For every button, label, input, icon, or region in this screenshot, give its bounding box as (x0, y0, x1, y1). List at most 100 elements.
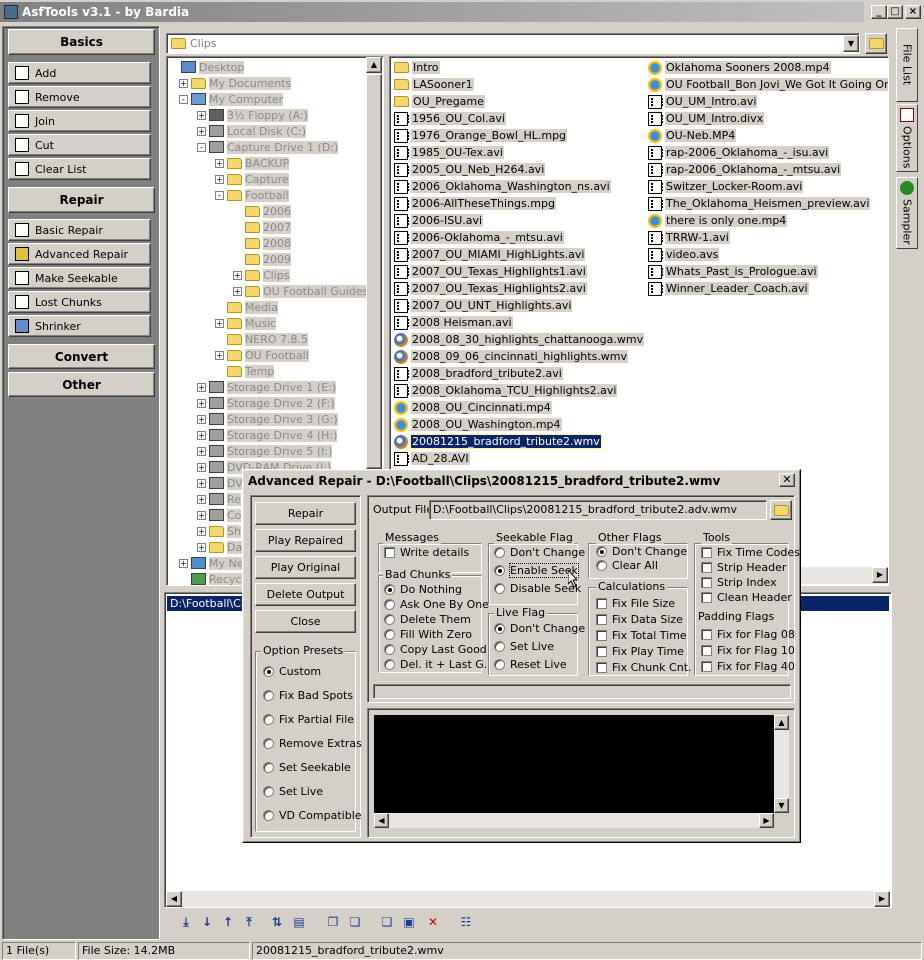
add-button[interactable]: Add (8, 62, 151, 84)
collapse-icon[interactable]: - (179, 94, 188, 104)
badchunks-option[interactable]: Delete Them (384, 613, 471, 626)
expand-icon[interactable]: + (233, 286, 242, 296)
checkbox[interactable] (701, 577, 712, 588)
radio-button[interactable] (384, 644, 395, 655)
make-seekable-button[interactable]: Make Seekable (8, 267, 151, 289)
delete-output-button[interactable]: Delete Output (255, 583, 356, 606)
play-original-button[interactable]: Play Original (255, 556, 356, 579)
file-item[interactable]: 1985_OU-Tex.avi (394, 144, 504, 161)
checkbox[interactable] (596, 630, 607, 641)
repair-header[interactable]: Repair (8, 187, 155, 213)
expand-icon[interactable]: + (197, 478, 206, 488)
remove-button[interactable]: Remove (8, 86, 151, 108)
expand-icon[interactable]: + (197, 462, 206, 472)
job-scroll-right[interactable]: ▶ (874, 891, 890, 907)
file-item[interactable]: 2008_08_30_highlights_chattanooga.wmv (394, 331, 645, 348)
checkbox[interactable] (701, 547, 712, 558)
tab-file-list[interactable]: File List (896, 28, 918, 102)
clear-list-button[interactable]: Clear List (8, 158, 151, 180)
file-item[interactable]: 2006_Oklahoma_Washington_ns.avi (394, 178, 611, 195)
expand-icon[interactable]: + (179, 558, 188, 568)
files-scroll-right[interactable]: ▶ (872, 567, 888, 583)
expand-icon[interactable]: + (197, 126, 206, 136)
cut-button[interactable]: Cut (8, 134, 151, 156)
tree-item[interactable]: 2006 (233, 203, 291, 219)
expand-icon[interactable]: + (215, 350, 224, 360)
tree-item[interactable]: + Storage Drive 2 (F:) (197, 395, 335, 411)
file-item[interactable]: 1976_Orange_Bowl_HL.mpg (394, 127, 568, 144)
file-item[interactable]: 2008_OU_Cincinnati.mp4 (394, 399, 552, 416)
file-item[interactable]: 2008_09_06_cincinnati_highlights.wmv (394, 348, 629, 365)
tree-item[interactable]: - Capture Drive 1 (D:) (197, 139, 339, 155)
tree-item[interactable]: 2009 (233, 251, 291, 267)
radio-button[interactable] (596, 560, 607, 571)
tree-item[interactable]: + OU Football (215, 347, 309, 363)
radio-button[interactable] (494, 565, 505, 576)
log-scroll-up[interactable]: ▲ (774, 715, 789, 730)
radio-button[interactable] (263, 810, 274, 821)
file-item[interactable]: LASooner1 (394, 76, 474, 93)
tree-scroll-up[interactable]: ▲ (366, 57, 382, 73)
sort-button[interactable]: ⇅ (268, 913, 286, 931)
log-scroll-right[interactable]: ▶ (759, 813, 774, 828)
badchunks-option[interactable]: Fill With Zero (384, 628, 472, 641)
expand-icon[interactable]: + (197, 446, 206, 456)
move-up-button[interactable]: ↑ (219, 913, 237, 931)
tree-item[interactable]: + Co (197, 507, 242, 523)
delete-button[interactable]: ✕ (424, 913, 442, 931)
open-button[interactable]: ❑ (378, 913, 396, 931)
list-view-button[interactable]: ☷ (457, 913, 475, 931)
tree-item[interactable]: Desktop (169, 59, 245, 75)
badchunks-option[interactable]: Ask One By One (384, 598, 489, 611)
expand-icon[interactable]: + (215, 158, 224, 168)
tab-sampler[interactable]: Sampler (896, 177, 918, 249)
badchunks-option[interactable]: Do Nothing (384, 583, 462, 596)
path-combo[interactable]: Clips (166, 33, 860, 54)
file-item[interactable]: Oklahoma Sooners 2008.mp4 (648, 59, 831, 76)
tree-item[interactable]: + DV (197, 475, 243, 491)
basic-repair-button[interactable]: Basic Repair (8, 219, 151, 241)
collapse-icon[interactable]: - (215, 190, 224, 200)
radio-button[interactable] (384, 659, 395, 670)
shrinker-button[interactable]: Shrinker (8, 315, 151, 337)
file-item[interactable]: OU-Neb.MP4 (648, 127, 737, 144)
job-scroll-left[interactable]: ◀ (166, 891, 182, 907)
file-item[interactable]: Intro (394, 59, 440, 76)
expand-icon[interactable]: + (215, 174, 224, 184)
file-item[interactable]: 2006-AllTheseThings.mpg (394, 195, 556, 212)
log-hscrollbar[interactable]: ◀ ▶ (374, 813, 774, 828)
tree-scroll-thumb[interactable] (366, 74, 382, 469)
collapse-icon[interactable]: - (197, 142, 206, 152)
calc-option[interactable]: Fix Data Size (596, 613, 683, 626)
presets-option[interactable]: Fix Bad Spots (263, 689, 353, 702)
checkbox[interactable] (701, 661, 712, 672)
file-item[interactable]: 2008 Heisman.avi (394, 314, 513, 331)
radio-button[interactable] (384, 599, 395, 610)
tree-item[interactable]: - Football (215, 187, 289, 203)
calc-option[interactable]: Fix Total Time (596, 629, 687, 642)
tree-item[interactable]: + Music (215, 315, 277, 331)
other-header[interactable]: Other (8, 372, 155, 397)
radio-button[interactable] (596, 546, 607, 557)
presets-option[interactable]: VD Compatible (263, 809, 362, 822)
join-button[interactable]: Join (8, 110, 151, 132)
dialog-close-x[interactable]: ✕ (779, 473, 795, 487)
radio-button[interactable] (263, 714, 274, 725)
move-down-button[interactable]: ↓ (198, 913, 216, 931)
path-dropdown-button[interactable]: ▼ (843, 35, 859, 52)
radio-button[interactable] (263, 738, 274, 749)
presets-option[interactable]: Fix Partial File (263, 713, 354, 726)
file-item[interactable]: Switzer_Locker-Room.avi (648, 178, 804, 195)
radio-button[interactable] (263, 786, 274, 797)
badchunks-option[interactable]: Del. it + Last G. (384, 658, 487, 671)
tree-item[interactable]: + Storage Drive 5 (I:) (197, 443, 333, 459)
expand-icon[interactable]: + (197, 414, 206, 424)
expand-icon[interactable]: + (197, 430, 206, 440)
file-item[interactable]: Whats_Past_is_Prologue.avi (648, 263, 818, 280)
save-button[interactable]: ▣ (400, 913, 418, 931)
otherflags-option[interactable]: Don't Change (596, 545, 687, 558)
expand-icon[interactable]: + (197, 398, 206, 408)
tree-item[interactable]: Recyc (179, 571, 242, 585)
badchunks-option[interactable]: Copy Last Good (384, 643, 487, 656)
file-item[interactable]: 2006-Oklahoma_-_mtsu.avi (394, 229, 564, 246)
